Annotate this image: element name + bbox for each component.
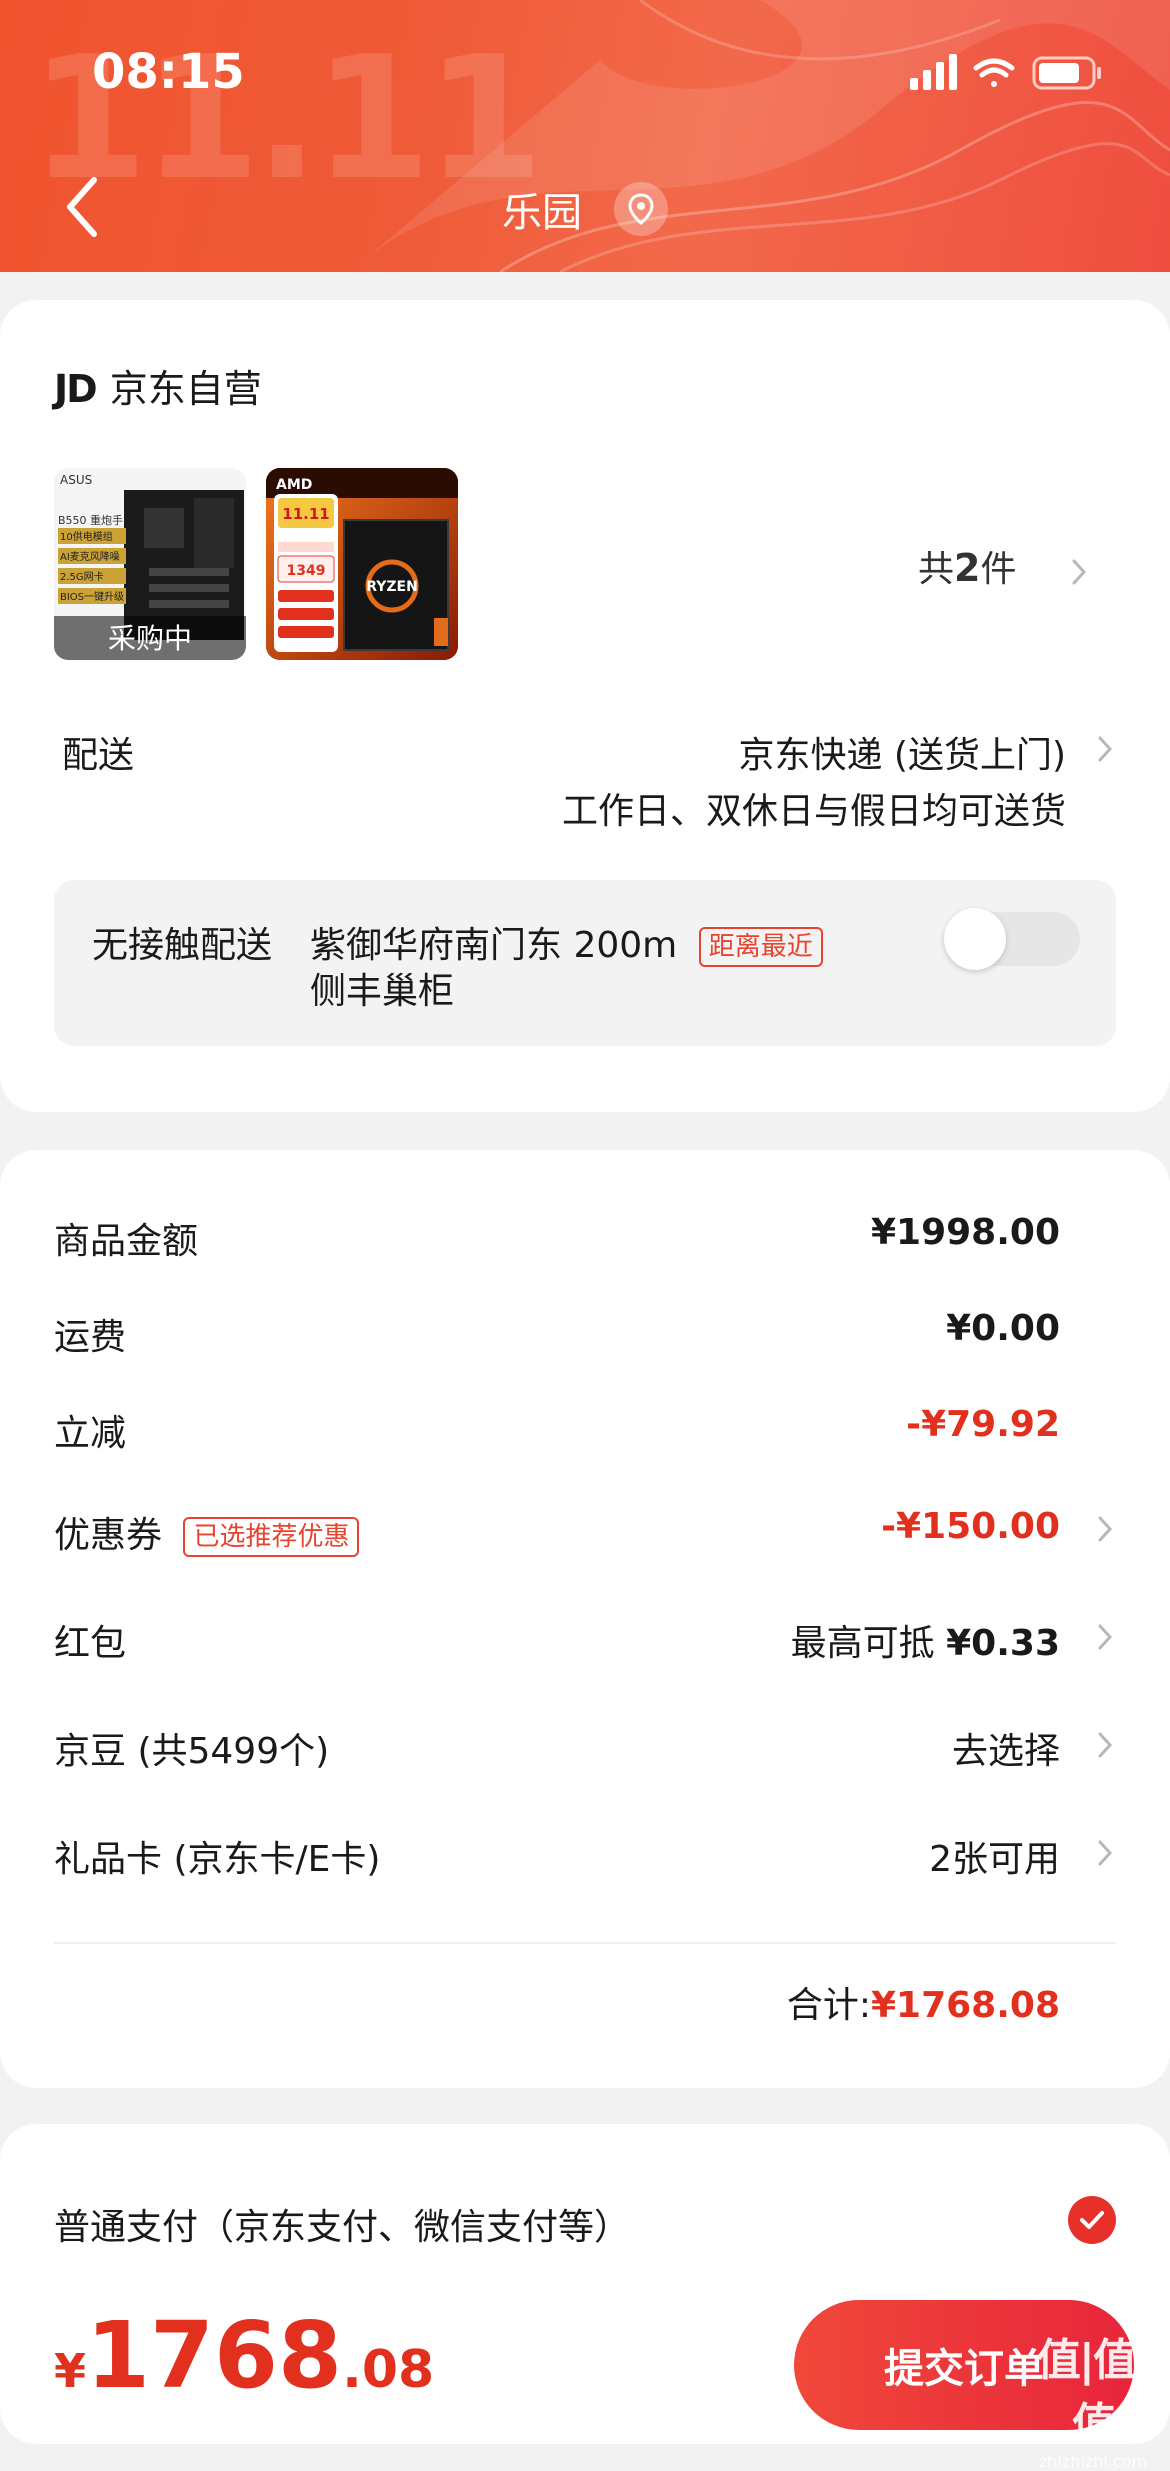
watermark-logo: 值|值|值: [1036, 2335, 1151, 2450]
footer-total: ¥1768.08: [54, 2310, 434, 2402]
goods-amount-value: ¥1998.00: [870, 1212, 1060, 1253]
gift-card-label: 礼品卡 (京东卡/E卡): [54, 1839, 381, 1880]
motherboard-image: ASUS B550 重炮手 10供电模组 AI麦克风降噪 2.5G网卡 BIOS…: [54, 468, 246, 660]
page-title-text: 乐园: [502, 190, 582, 236]
product-thumbnail[interactable]: ASUS B550 重炮手 10供电模组 AI麦克风降噪 2.5G网卡 BIOS…: [54, 468, 246, 660]
coupon-label: 优惠券: [54, 1515, 163, 1556]
contactless-address: 紫御华府南门东 200m 距离最近: [310, 916, 823, 968]
location-pin-icon[interactable]: [614, 182, 668, 236]
svg-text:B550 重炮手: B550 重炮手: [58, 513, 123, 527]
contactless-toggle[interactable]: [944, 908, 1080, 970]
thumb-caption: 采购中: [108, 622, 192, 655]
delivery-label: 配送: [62, 735, 135, 776]
contactless-address-line1: 紫御华府南门东 200m: [310, 925, 678, 966]
status-time: 08:15: [92, 44, 245, 100]
jd-logo: JD: [54, 367, 98, 411]
svg-text:BIOS一键升级: BIOS一键升级: [60, 590, 124, 603]
order-total-label: 合计:: [786, 1985, 871, 2026]
cpu-box-image: AMD 11.11 1349 RYZEN: [266, 468, 458, 660]
nearest-badge: 距离最近: [698, 927, 823, 967]
battery-icon: [1032, 56, 1101, 90]
thumb-brand: ASUS: [60, 473, 92, 487]
coupon-value: -¥150.00: [881, 1506, 1060, 1547]
product-thumbnail[interactable]: AMD 11.11 1349 RYZEN: [266, 468, 458, 660]
order-total-value: ¥1768.08: [870, 1985, 1060, 2026]
payment-selected-check-icon[interactable]: [1068, 2196, 1116, 2244]
thumb-brand: AMD: [276, 477, 312, 493]
red-packet-label: 红包: [54, 1623, 127, 1664]
contactless-address-line2: 侧丰巢柜: [310, 971, 455, 1012]
watermark-url: zhizhizhi.com: [1038, 2452, 1148, 2471]
gift-card-value[interactable]: 2张可用: [929, 1830, 1060, 1882]
chevron-right-icon[interactable]: [1094, 1620, 1116, 1654]
order-total: 合计:¥1768.08: [787, 1976, 1060, 2028]
store-name-text: 京东自营: [109, 367, 262, 411]
store-name: JD 京东自营: [54, 358, 262, 413]
cellular-signal-icon: [910, 54, 957, 90]
svg-text:2.5G网卡: 2.5G网卡: [60, 570, 104, 583]
shipping-label: 运费: [54, 1317, 127, 1358]
svg-text:1349: 1349: [287, 563, 326, 579]
status-icons: [910, 52, 1110, 92]
svg-text:RYZEN: RYZEN: [366, 579, 418, 595]
contactless-label: 无接触配送: [92, 925, 273, 966]
toggle-knob: [944, 908, 1006, 970]
item-count[interactable]: 共2件: [918, 540, 1016, 592]
wifi-icon: [973, 58, 1015, 87]
shipping-value: ¥0.00: [946, 1308, 1060, 1349]
chevron-right-icon[interactable]: [1094, 1512, 1116, 1546]
chevron-right-icon[interactable]: [1094, 1836, 1116, 1870]
watermark: 值|值|值 zhizhizhi.com: [1016, 2324, 1170, 2471]
page-title: 乐园: [0, 180, 1170, 238]
red-packet-value[interactable]: 最高可抵 ¥0.33: [791, 1614, 1060, 1666]
footer-total-int: 1768: [86, 2302, 343, 2409]
goods-amount-label: 商品金额: [54, 1221, 199, 1262]
delivery-method[interactable]: 京东快递 (送货上门): [738, 726, 1066, 778]
summary-divider: [54, 1942, 1116, 1944]
svg-text:10供电模组: 10供电模组: [60, 530, 113, 543]
instant-discount-label: 立减: [54, 1413, 127, 1454]
chevron-right-icon[interactable]: [1094, 732, 1116, 766]
footer-total-dec: .08: [342, 2340, 435, 2400]
coupon-row[interactable]: 优惠券 已选推荐优惠: [54, 1506, 360, 1558]
svg-text:AI麦克风降噪: AI麦克风降噪: [60, 550, 120, 563]
instant-discount-value: -¥79.92: [906, 1404, 1060, 1445]
chevron-right-icon[interactable]: [1094, 1728, 1116, 1762]
jd-beans-value[interactable]: 去选择: [952, 1722, 1060, 1774]
delivery-note: 工作日、双休日与假日均可送货: [561, 791, 1066, 832]
coupon-recommended-badge: 已选推荐优惠: [183, 1517, 360, 1557]
jd-beans-label: 京豆 (共5499个): [54, 1731, 330, 1772]
footer-currency: ¥: [54, 2344, 87, 2398]
payment-method-label[interactable]: 普通支付（京东支付、微信支付等）: [54, 2198, 630, 2250]
svg-text:11.11: 11.11: [282, 505, 329, 523]
chevron-right-icon[interactable]: [1068, 555, 1090, 589]
